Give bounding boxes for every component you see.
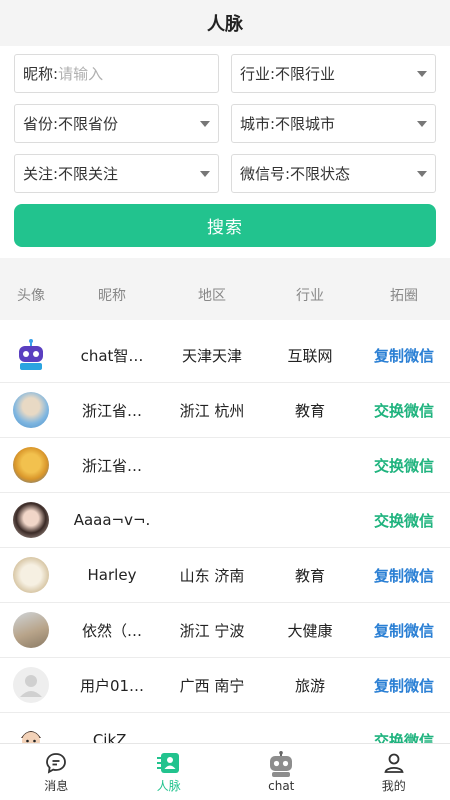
contact-list[interactable]: chat智… 天津天津 互联网 复制微信 浙江省… 浙江 杭州 教育 交换微信 … [0,320,450,757]
row-region: 天津天津 [181,346,242,365]
row-nickname: 浙江省… [81,456,142,475]
row-region: 浙江 杭州 [179,401,245,420]
province-select[interactable]: 省份:不限省份 [14,104,219,143]
copy-wechat-button[interactable]: 复制微信 [358,620,450,641]
row-nickname: 浙江省… [81,401,142,420]
photo-avatar[interactable] [13,447,49,483]
filter-panel: 昵称: 请输入 行业:不限行业 省份:不限省份 城市:不限城市 关注:不限关注 … [0,46,450,258]
page-header: 人脉 [0,0,450,46]
row-nickname: Harley [87,566,137,584]
chevron-down-icon [200,121,210,127]
header-avatar: 头像 [17,288,45,304]
row-nickname: 用户01… [79,676,145,695]
tab-contacts-label: 人脉 [156,778,181,793]
row-industry: 互联网 [287,346,333,365]
nickname-label: 昵称: [23,65,59,83]
nickname-placeholder: 请输入 [58,65,104,83]
wechat-status-select-value: 微信号:不限状态 [240,165,351,183]
tab-me[interactable]: 我的 [338,744,450,800]
copy-wechat-button[interactable]: 复制微信 [358,565,450,586]
exchange-wechat-button[interactable]: 交换微信 [358,455,450,476]
nickname-input[interactable]: 昵称: 请输入 [14,54,219,93]
table-row[interactable]: 浙江省… 交换微信 [0,438,450,493]
exchange-wechat-button[interactable]: 交换微信 [358,400,450,421]
row-nickname: 依然（… [81,621,142,640]
row-industry: 旅游 [294,676,325,695]
header-nickname: 昵称 [98,288,126,304]
robot-avatar[interactable] [13,337,49,373]
tab-messages-label: 消息 [44,778,69,793]
chevron-down-icon [417,171,427,177]
robot-icon [270,751,293,777]
tab-chat-label: chat [268,779,295,793]
copy-wechat-button[interactable]: 复制微信 [358,675,450,696]
chevron-down-icon [417,71,427,77]
row-region: 广西 南宁 [179,676,245,695]
city-select-value: 城市:不限城市 [240,115,336,133]
search-button[interactable]: 搜索 [14,204,436,247]
table-row[interactable]: 浙江省… 浙江 杭州 教育 交换微信 [0,383,450,438]
row-region: 浙江 宁波 [179,621,245,640]
row-nickname: chat智… [80,346,144,365]
message-icon [46,752,67,774]
photo-avatar[interactable] [13,557,49,593]
exchange-wechat-button[interactable]: 交换微信 [358,510,450,531]
header-action: 拓圈 [390,288,418,304]
page-title: 人脉 [207,14,243,35]
contacts-icon [156,752,179,773]
user-icon [384,753,404,773]
province-select-value: 省份:不限省份 [23,115,119,133]
bottom-tab-bar: 消息 人脉 chat 我的 [0,743,450,800]
table-row[interactable]: 用户01… 广西 南宁 旅游 复制微信 [0,658,450,713]
city-select[interactable]: 城市:不限城市 [231,104,436,143]
tab-contacts[interactable]: 人脉 [113,744,226,800]
table-row[interactable]: 依然（… 浙江 宁波 大健康 复制微信 [0,603,450,658]
table-row[interactable]: chat智… 天津天津 互联网 复制微信 [0,328,450,383]
row-industry: 大健康 [287,621,333,640]
wechat-status-select[interactable]: 微信号:不限状态 [231,154,436,193]
follow-select[interactable]: 关注:不限关注 [14,154,219,193]
industry-select[interactable]: 行业:不限行业 [231,54,436,93]
tab-me-label: 我的 [381,778,406,793]
follow-select-value: 关注:不限关注 [23,165,119,183]
copy-wechat-button[interactable]: 复制微信 [358,345,450,366]
industry-select-value: 行业:不限行业 [240,65,336,83]
header-region: 地区 [198,288,226,304]
row-nickname: Aaaa¬v¬. [73,511,151,529]
row-industry: 教育 [294,566,325,585]
table-header: 头像 昵称 地区 行业 拓圈 [0,270,450,320]
table-row[interactable]: Aaaa¬v¬. 交换微信 [0,493,450,548]
photo-avatar[interactable] [13,392,49,428]
tab-messages[interactable]: 消息 [0,744,113,800]
chevron-down-icon [200,171,210,177]
photo-avatar[interactable] [13,502,49,538]
row-industry: 教育 [294,401,325,420]
table-row[interactable]: Harley 山东 济南 教育 复制微信 [0,548,450,603]
header-industry: 行业 [296,288,324,304]
default-user-avatar[interactable] [13,667,49,703]
photo-avatar[interactable] [13,612,49,648]
row-region: 山东 济南 [179,566,245,585]
tab-chat[interactable]: chat [225,744,338,800]
chevron-down-icon [417,121,427,127]
